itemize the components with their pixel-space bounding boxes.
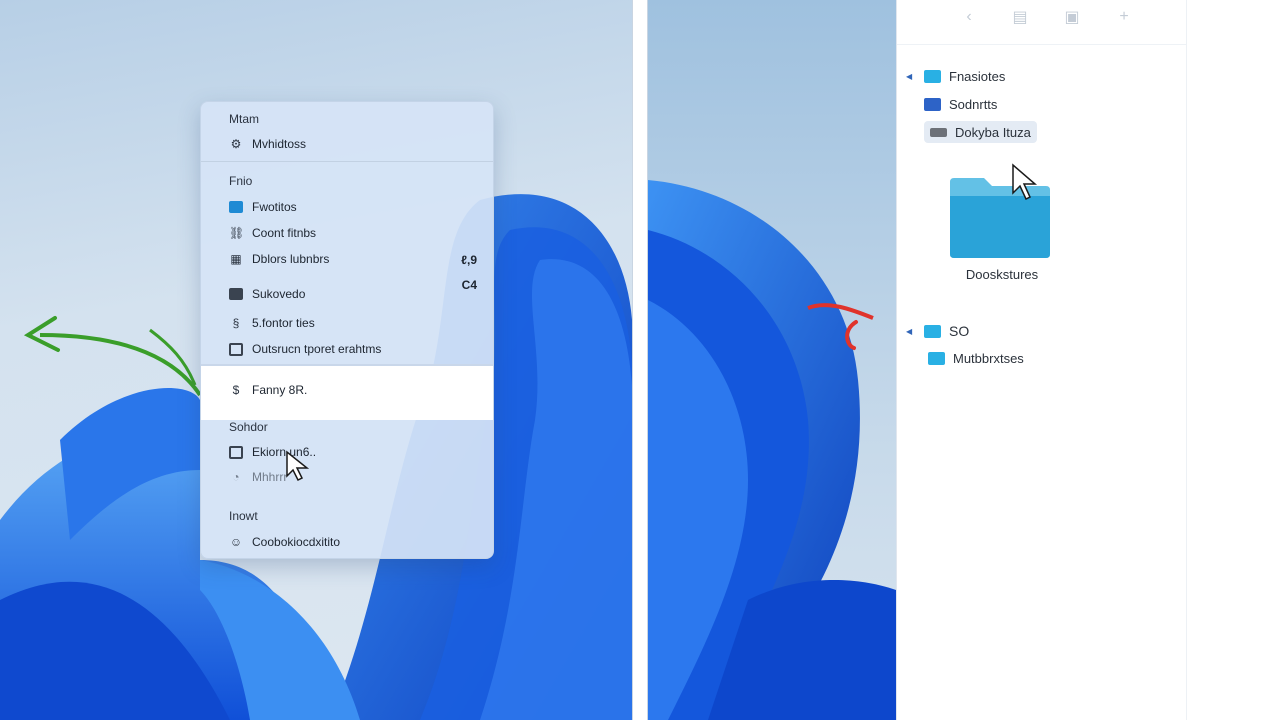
desktop-left-pane: Mtam ⚙ Mvhidtoss Fnio Fwotitos ⛓ Coont f…	[0, 0, 632, 720]
desktop-middle-pane	[648, 0, 896, 720]
tree-item[interactable]: ◀ Fnasiotes	[906, 66, 1005, 86]
folder-icon	[924, 69, 941, 83]
menu-item-label: Sukovedo	[252, 287, 306, 301]
expand-icon[interactable]: ◀	[906, 72, 916, 81]
tree-item-label: Mutbbrxtses	[953, 350, 1024, 366]
menu-item[interactable]: Sukovedo	[229, 283, 479, 305]
menu-item-label: Fanny 8R.	[252, 383, 308, 397]
menu-item-label: Coobokiocdxitito	[252, 535, 341, 549]
settings-icon: ⚙	[230, 137, 242, 151]
menu-item-label: Mvhidtoss	[252, 137, 307, 151]
menu-shortcut: ℓ,9	[461, 253, 477, 267]
menu-item-label: 5.fontor ties	[252, 316, 315, 330]
split-divider[interactable]	[632, 0, 648, 720]
explorer-toolbar: ‹ ▤ ▣ +	[897, 0, 1187, 45]
save-icon[interactable]: ▣	[1060, 6, 1084, 28]
menu-item-label: Outsrucn tporet erahtms	[252, 342, 382, 356]
font-icon: §	[232, 316, 240, 330]
tree-item[interactable]: Sodnrtts	[924, 94, 997, 114]
tree-item-label: Sodnrtts	[949, 96, 998, 112]
clock-icon: ◔	[232, 470, 240, 484]
menu-item-label: Coont fitnbs	[252, 226, 317, 240]
menu-item[interactable]: Ekiorn un6..	[229, 441, 479, 463]
menu-section-header: Mtam	[229, 112, 259, 126]
emoji-icon: ☺	[229, 535, 243, 549]
add-icon[interactable]: +	[1112, 6, 1136, 28]
tree-item-label: Dokyba Ituza	[955, 124, 1031, 140]
menu-item[interactable]: Outsrucn tporet erahtms	[229, 338, 479, 360]
menu-item[interactable]: ⛓ Coont fitnbs	[229, 222, 479, 244]
tree-item[interactable]: Mutbbrxtses	[928, 348, 1024, 368]
document-icon	[229, 342, 243, 356]
menu-item[interactable]: ▦ Dblors lubnbrs	[229, 248, 479, 270]
link-icon: ⛓	[229, 226, 245, 240]
folder-icon	[229, 201, 243, 213]
menu-item[interactable]: $ Fanny 8R.	[229, 379, 479, 401]
menu-item-label: Mhhrrr	[252, 470, 288, 484]
menu-item[interactable]: ⚙ Mvhidtoss	[229, 133, 479, 155]
menu-item[interactable]: § 5.fontor ties	[229, 312, 479, 334]
mouse-cursor-icon	[1012, 163, 1038, 201]
menu-item[interactable]: ◔ Mhhrrr	[229, 466, 479, 488]
large-folder-label: Dooskstures	[965, 267, 1039, 282]
green-arrow-icon	[39, 333, 202, 397]
folder-icon	[924, 97, 941, 111]
menu-item-label: Dblors lubnbrs	[252, 252, 330, 266]
camera-icon	[229, 288, 243, 300]
mouse-cursor-icon	[286, 450, 310, 482]
folder-icon	[930, 127, 947, 137]
tree-item-selected[interactable]: Dokyba Ituza	[924, 121, 1037, 143]
menu-shortcut: C4	[461, 278, 477, 292]
menu-item-label: Fwotitos	[252, 200, 297, 214]
context-menu: Mtam ⚙ Mvhidtoss Fnio Fwotitos ⛓ Coont f…	[200, 101, 494, 559]
wallpaper-bloom	[648, 180, 896, 720]
list-view-icon[interactable]: ▤	[1008, 6, 1032, 28]
menu-section-header: Sohdor	[229, 420, 268, 434]
expand-icon[interactable]: ◀	[906, 327, 916, 336]
dollar-icon: $	[232, 383, 240, 397]
folder-icon	[928, 351, 945, 365]
menu-section-header: Inowt	[229, 509, 258, 523]
menu-item[interactable]: ☺ Coobokiocdxitito	[229, 531, 479, 553]
empty-side-panel	[1186, 0, 1280, 720]
tree-item[interactable]: ◀ SO	[906, 321, 969, 341]
tree-item-label: Fnasiotes	[949, 68, 1006, 84]
menu-item[interactable]: Fwotitos	[229, 196, 479, 218]
grid-icon: ▦	[230, 252, 242, 266]
tree-item-label: SO	[949, 323, 970, 339]
menu-section-header: Fnio	[229, 174, 253, 188]
copy-icon	[229, 445, 243, 459]
file-explorer-panel: ‹ ▤ ▣ + ◀ Fnasiotes Sodnrtts Dokyba Ituz…	[896, 0, 1187, 720]
menu-separator	[201, 161, 493, 162]
back-icon[interactable]: ‹	[957, 6, 981, 28]
folder-icon	[924, 324, 941, 338]
